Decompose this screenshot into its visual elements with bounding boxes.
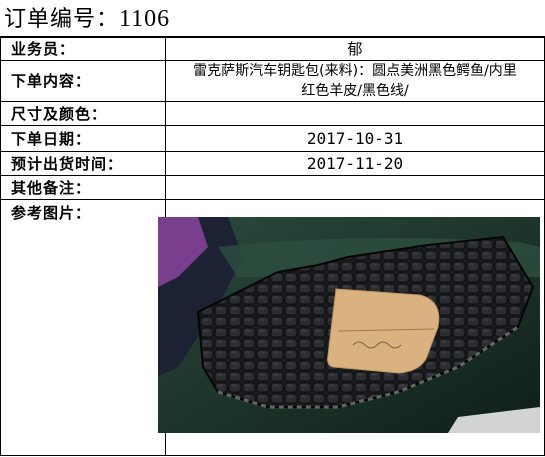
row-size-color: 尺寸及颜色： (0, 100, 545, 126)
order-date-label: 下单日期： (0, 124, 166, 152)
row-order-date: 下单日期： 2017-10-31 (0, 124, 545, 152)
salesperson-label: 业务员： (0, 36, 166, 61)
remarks-label: 其他备注： (0, 174, 166, 200)
reference-label: 参考图片： (0, 198, 166, 456)
row-remarks: 其他备注： (0, 174, 545, 200)
row-salesperson: 业务员： 郁 (0, 36, 545, 61)
order-number-label: 订单编号： (4, 7, 120, 32)
order-date-value: 2017-10-31 (165, 124, 545, 152)
ship-date-value: 2017-11-20 (165, 150, 545, 176)
order-number: 1106 (119, 6, 171, 32)
order-content-value: 雷克萨斯汽车钥匙包(来料)：圆点美洲黑色鳄鱼/内里 红色羊皮/黑色线/ (165, 59, 545, 102)
remarks-value (165, 174, 545, 200)
order-title: 订单编号：1106 (4, 2, 170, 37)
reference-photo-drawing (158, 217, 540, 433)
salesperson-value: 郁 (165, 36, 545, 61)
size-color-label: 尺寸及颜色： (0, 100, 166, 126)
order-content-label: 下单内容： (0, 59, 166, 102)
order-content-line-2: 红色羊皮/黑色线/ (301, 82, 409, 99)
ship-date-label: 预计出货时间： (0, 150, 166, 176)
row-ship-date: 预计出货时间： 2017-11-20 (0, 150, 545, 176)
order-content-line-1: 雷克萨斯汽车钥匙包(来料)：圆点美洲黑色鳄鱼/内里 (193, 62, 517, 79)
reference-photo (158, 217, 540, 433)
size-color-value (165, 100, 545, 126)
row-order-content: 下单内容： 雷克萨斯汽车钥匙包(来料)：圆点美洲黑色鳄鱼/内里 红色羊皮/黑色线… (0, 59, 545, 102)
